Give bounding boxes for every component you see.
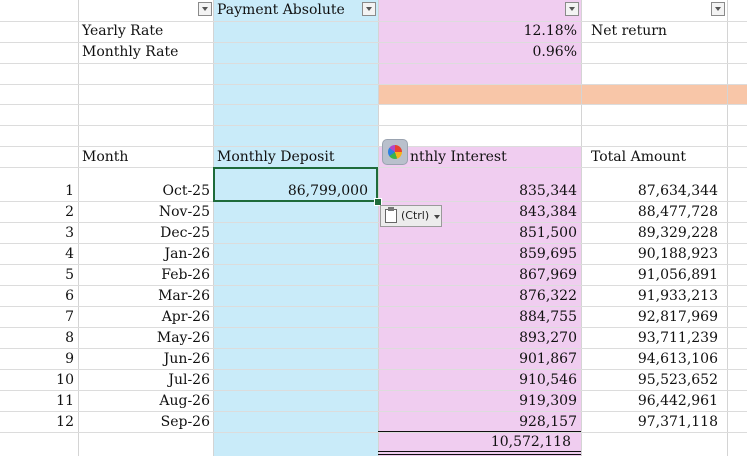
month-cell[interactable]: Sep-26 [78,412,210,433]
month-cell[interactable]: Aug-26 [78,391,210,412]
month-cell[interactable]: Mar-26 [78,286,210,307]
header-payment-absolute[interactable]: Payment Absolute [217,0,345,21]
filter-dropdown-button[interactable] [198,2,212,16]
interest-total-cell[interactable]: 10,572,118 [378,432,571,453]
gridline-h [0,63,747,64]
row-number: 5 [65,267,74,283]
interest-cell[interactable]: 893,270 [378,328,577,349]
yearly-rate-label[interactable]: Yearly Rate [82,21,163,42]
paste-options-label: (Ctrl) [401,209,430,222]
gridline-h [0,84,747,85]
total-cell[interactable]: 94,613,106 [581,349,718,370]
interest-cell[interactable]: 901,867 [378,349,577,370]
interest-cell[interactable]: 876,322 [378,286,577,307]
copilot-icon [388,145,402,159]
total-cell[interactable]: 88,477,728 [581,202,718,223]
header-total-amount[interactable]: Total Amount [591,147,686,168]
gridline-v [727,0,728,456]
row-number: 1 [65,183,74,199]
interest-cell[interactable]: 835,344 [378,181,577,202]
month-cell[interactable]: Feb-26 [78,265,210,286]
monthly-rate-label[interactable]: Monthly Rate [82,42,178,63]
interest-cell[interactable]: 919,309 [378,391,577,412]
row-number: 11 [56,393,74,409]
row-number: 6 [65,288,74,304]
total-cell[interactable]: 95,523,652 [581,370,718,391]
month-cell[interactable]: Jul-26 [78,370,210,391]
total-cell[interactable]: 92,817,969 [581,307,718,328]
interest-cell[interactable]: 928,157 [378,412,577,433]
interest-cell[interactable]: 884,755 [378,307,577,328]
orange-band [378,84,747,104]
gridline-h [0,104,747,105]
month-cell[interactable]: Apr-26 [78,307,210,328]
row-number: 4 [65,246,74,262]
gridline-h [0,125,747,126]
blue-column-band [213,0,378,456]
spreadsheet-grid[interactable]: Payment Absolute Yearly Rate 12.18% Net … [0,0,747,456]
filter-dropdown-button[interactable] [362,2,376,16]
monthly-rate-value[interactable]: 0.96% [378,42,577,63]
interest-cell[interactable]: 859,695 [378,244,577,265]
filter-dropdown-button[interactable] [565,2,579,16]
yearly-rate-value[interactable]: 12.18% [378,21,577,42]
chevron-down-icon [434,215,440,219]
total-cell[interactable]: 93,711,239 [581,328,718,349]
month-cell[interactable]: Jan-26 [78,244,210,265]
total-cell[interactable]: 96,442,961 [581,391,718,412]
interest-cell[interactable]: 867,969 [378,265,577,286]
total-cell[interactable]: 87,634,344 [581,181,718,202]
month-cell[interactable]: Nov-25 [78,202,210,223]
total-cell[interactable]: 91,933,213 [581,286,718,307]
header-monthly-deposit[interactable]: Monthly Deposit [217,147,334,168]
total-double-border [378,451,581,452]
total-cell[interactable]: 91,056,891 [581,265,718,286]
clipboard-icon [385,207,397,223]
month-cell[interactable]: May-26 [78,328,210,349]
copilot-button[interactable] [382,139,408,165]
row-number: 8 [65,330,74,346]
interest-cell[interactable]: 910,546 [378,370,577,391]
row-number: 12 [56,414,74,430]
total-cell[interactable]: 90,188,923 [581,244,718,265]
filter-dropdown-button[interactable] [711,2,725,16]
header-monthly-interest[interactable]: nthly Interest [410,147,507,168]
row-number: 7 [65,309,74,325]
active-cell-selection[interactable] [213,167,378,202]
month-cell[interactable]: Oct-25 [78,181,211,202]
month-cell[interactable]: Dec-25 [78,223,210,244]
row-number: 9 [65,351,74,367]
row-number: 2 [65,204,74,220]
total-cell[interactable]: 97,371,118 [581,412,718,433]
header-month[interactable]: Month [82,147,128,168]
row-number: 3 [65,225,74,241]
paste-options-button[interactable]: (Ctrl) [380,205,442,227]
gridline-v [213,0,214,456]
total-double-border [378,454,581,455]
month-cell[interactable]: Jun-26 [78,349,210,370]
total-cell[interactable]: 89,329,228 [581,223,718,244]
net-return-label[interactable]: Net return [591,21,667,42]
row-number: 10 [56,372,74,388]
